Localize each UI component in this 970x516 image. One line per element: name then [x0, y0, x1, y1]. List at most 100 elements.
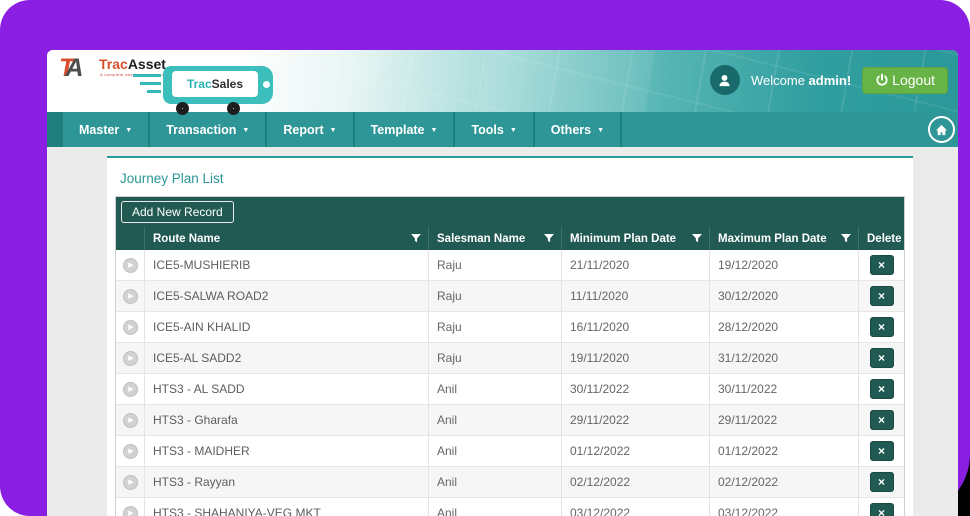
filter-button[interactable] [411, 233, 421, 244]
cell-route-name: HTS3 - AL SADD [144, 374, 428, 404]
table-row: ▶ HTS3 - AL SADD Anil 30/11/2022 30/11/2… [116, 374, 904, 405]
expand-row-icon[interactable]: ▶ [122, 350, 138, 366]
cell-maximum-plan-date: 29/11/2022 [709, 405, 858, 435]
delivery-van-icon: Trac Sales [133, 66, 273, 115]
column-label: Salesman Name [437, 232, 526, 245]
cell-minimum-plan-date: 19/11/2020 [561, 343, 709, 373]
product-name-primary: Trac [186, 77, 212, 91]
chevron-down-icon: ▼ [430, 126, 438, 134]
main-nav: Master ▼ Transaction ▼ Report ▼ Template ▼ T… [47, 112, 958, 147]
ta-monogram-icon: TA [59, 54, 84, 83]
cell-minimum-plan-date: 11/11/2020 [561, 281, 709, 311]
wheel-icon [176, 102, 189, 115]
cell-salesman-name: Anil [428, 436, 561, 466]
brand-name-secondary: Asset [127, 56, 166, 72]
cell-maximum-plan-date: 02/12/2022 [709, 467, 858, 497]
expand-row-icon[interactable]: ▶ [122, 319, 138, 335]
cell-maximum-plan-date: 01/12/2022 [709, 436, 858, 466]
cell-salesman-name: Anil [428, 374, 561, 404]
cell-route-name: HTS3 - SHAHANIYA-VEG MKT [144, 498, 428, 516]
table-row: ▶ HTS3 - Rayyan Anil 02/12/2022 02/12/20… [116, 467, 904, 498]
expand-row-icon[interactable]: ▶ [122, 381, 138, 397]
filter-button[interactable] [544, 233, 554, 244]
grid-header-row: Route Name Salesman Name Minimum Plan Da… [116, 227, 904, 250]
cell-salesman-name: Raju [428, 312, 561, 342]
chevron-down-icon: ▼ [125, 126, 133, 134]
wheel-icon [227, 102, 240, 115]
journey-plan-grid: Add New Record Route Name Salesman Name [115, 196, 905, 516]
nav-label: Tools [471, 122, 504, 137]
expand-row-icon[interactable]: ▶ [122, 505, 138, 516]
page-title: Journey Plan List [120, 171, 224, 186]
screen: TA TracAsset A complete asset management… [0, 0, 970, 516]
cell-minimum-plan-date: 02/12/2022 [561, 467, 709, 497]
table-row: ▶ HTS3 - SHAHANIYA-VEG MKT Anil 03/12/20… [116, 498, 904, 516]
table-row: ▶ HTS3 - Gharafa Anil 29/11/2022 29/11/2… [116, 405, 904, 436]
add-new-record-button[interactable]: Add New Record [121, 201, 234, 223]
delete-row-button[interactable]: × [869, 379, 894, 399]
page-body: Journey Plan List Add New Record Route N… [47, 147, 958, 516]
delete-row-button[interactable]: × [869, 441, 894, 461]
welcome-prefix: Welcome [750, 72, 809, 88]
table-row: ▶ HTS3 - MAIDHER Anil 01/12/2022 01/12/2… [116, 436, 904, 467]
product-name: Trac Sales [172, 71, 258, 97]
delete-row-button[interactable]: × [869, 472, 894, 492]
column-label: Delete [867, 232, 902, 245]
funnel-icon [544, 233, 554, 242]
chevron-down-icon: ▼ [242, 126, 250, 134]
expand-row-icon[interactable]: ▶ [122, 412, 138, 428]
column-label: Minimum Plan Date [570, 232, 677, 245]
nav-item-report[interactable]: Report ▼ [267, 112, 353, 147]
brand-name-primary: Trac [99, 56, 128, 72]
cell-salesman-name: Raju [428, 250, 561, 280]
nav-item-master[interactable]: Master ▼ [63, 112, 149, 147]
expand-row-icon[interactable]: ▶ [122, 474, 138, 490]
cell-route-name: HTS3 - Rayyan [144, 467, 428, 497]
chevron-down-icon: ▼ [329, 126, 337, 134]
user-area: Welcome admin! Logout [709, 65, 948, 95]
delete-row-button[interactable]: × [869, 410, 894, 430]
chevron-down-icon: ▼ [597, 126, 605, 134]
welcome-text: Welcome admin! [751, 73, 851, 88]
cell-route-name: ICE5-AIN KHALID [144, 312, 428, 342]
expand-row-icon[interactable]: ▶ [122, 288, 138, 304]
power-icon [876, 73, 888, 86]
filter-button[interactable] [692, 233, 702, 244]
nav-item-tools[interactable]: Tools ▼ [455, 112, 533, 147]
delete-row-button[interactable]: × [869, 317, 894, 337]
nav-item-template[interactable]: Template ▼ [354, 112, 454, 147]
funnel-icon [841, 233, 851, 242]
user-avatar-icon[interactable] [709, 65, 740, 95]
nav-label: Master [79, 122, 120, 137]
table-row: ▶ ICE5-AL SADD2 Raju 19/11/2020 31/12/20… [116, 343, 904, 374]
nav-label: Transaction [166, 122, 237, 137]
column-header-salesman-name: Salesman Name [428, 227, 561, 250]
expand-row-icon[interactable]: ▶ [122, 443, 138, 459]
column-header-maximum-plan-date: Maximum Plan Date [709, 227, 858, 250]
grid-toolbar: Add New Record [116, 197, 904, 227]
nav-label: Template [370, 122, 425, 137]
cell-route-name: HTS3 - MAIDHER [144, 436, 428, 466]
delete-row-button[interactable]: × [869, 348, 894, 368]
filter-button[interactable] [841, 233, 851, 244]
funnel-icon [692, 233, 702, 242]
content-panel: Journey Plan List Add New Record Route N… [107, 156, 913, 516]
expand-column-header [116, 227, 144, 250]
delete-row-button[interactable]: × [869, 503, 894, 516]
nav-item-others[interactable]: Others ▼ [534, 112, 621, 147]
cell-minimum-plan-date: 03/12/2022 [561, 498, 709, 516]
cell-route-name: HTS3 - Gharafa [144, 405, 428, 435]
funnel-icon [411, 233, 421, 242]
delete-row-button[interactable]: × [869, 286, 894, 306]
brand-name: TracAsset [99, 56, 166, 72]
column-label: Maximum Plan Date [718, 232, 827, 245]
nav-item-transaction[interactable]: Transaction ▼ [150, 112, 266, 147]
cell-route-name: ICE5-SALWA ROAD2 [144, 281, 428, 311]
cell-salesman-name: Raju [428, 343, 561, 373]
delete-row-button[interactable]: × [869, 255, 894, 275]
expand-row-icon[interactable]: ▶ [122, 257, 138, 273]
home-button[interactable] [928, 116, 955, 143]
logout-button[interactable]: Logout [862, 66, 948, 94]
grid-body: ▶ ICE5-MUSHIERIB Raju 21/11/2020 19/12/2… [116, 250, 904, 516]
cell-minimum-plan-date: 21/11/2020 [561, 250, 709, 280]
